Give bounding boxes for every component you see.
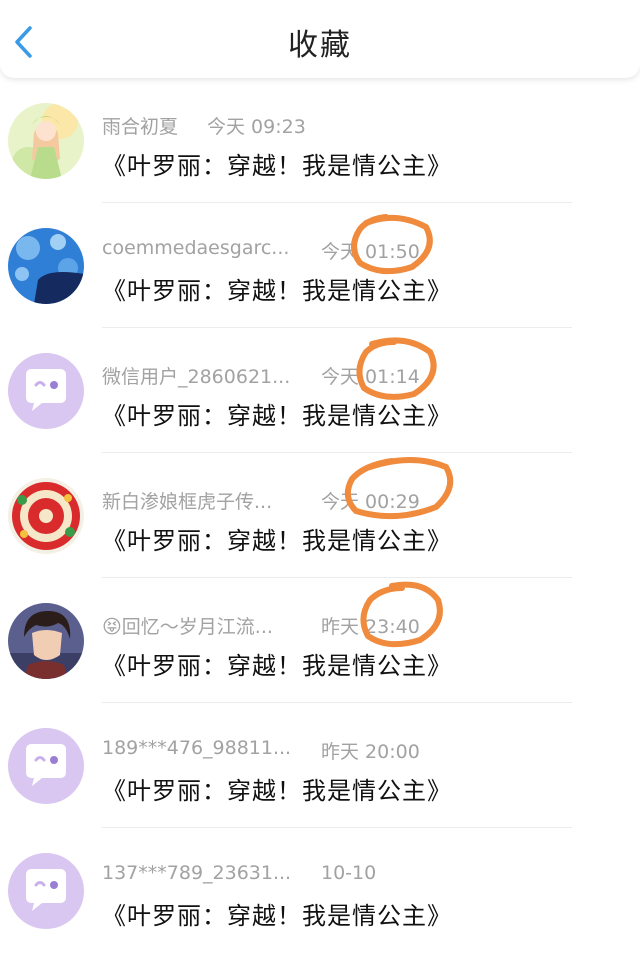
avatar[interactable]	[8, 228, 84, 304]
favorite-content: 《叶罗丽：穿越！我是情公主》	[102, 527, 452, 555]
list-item[interactable]: 新白渗娘框虎子传... 今天 00:29 《叶罗丽：穿越！我是情公主》	[0, 453, 640, 578]
favorite-content: 《叶罗丽：穿越！我是情公主》	[102, 277, 452, 305]
list-item[interactable]: 雨合初夏 今天 09:23 《叶罗丽：穿越！我是情公主》	[0, 78, 640, 203]
timestamp: 今天 01:50	[321, 241, 420, 263]
avatar[interactable]	[8, 353, 84, 429]
user-name: 189***476_98811...	[102, 737, 292, 759]
avatar[interactable]	[8, 853, 84, 929]
avatar[interactable]	[8, 478, 84, 554]
timestamp: 昨天 20:00	[321, 741, 420, 763]
timestamp: 今天 00:29	[321, 491, 420, 513]
avatar[interactable]	[8, 728, 84, 804]
timestamp: 今天 09:23	[207, 116, 306, 138]
timestamp: 10-10	[321, 862, 377, 884]
page-title: 收藏	[288, 28, 352, 63]
favorite-content: 《叶罗丽：穿越！我是情公主》	[102, 902, 452, 930]
avatar[interactable]	[8, 603, 84, 679]
list-item[interactable]: 😝回忆～岁月江流... 昨天 23:40 《叶罗丽：穿越！我是情公主》	[0, 578, 640, 703]
user-name: 😝回忆～岁月江流...	[102, 616, 273, 638]
favorites-list: 雨合初夏 今天 09:23 《叶罗丽：穿越！我是情公主》 coemmedaesg…	[0, 78, 640, 953]
favorite-content: 《叶罗丽：穿越！我是情公主》	[102, 402, 452, 430]
favorite-content: 《叶罗丽：穿越！我是情公主》	[102, 777, 452, 805]
favorite-content: 《叶罗丽：穿越！我是情公主》	[102, 152, 452, 180]
user-name: coemmedaesgarc...	[102, 237, 290, 259]
list-item[interactable]: 微信用户_2860621... 今天 01:14 《叶罗丽：穿越！我是情公主》	[0, 328, 640, 453]
list-item[interactable]: coemmedaesgarc... 今天 01:50 《叶罗丽：穿越！我是情公主…	[0, 203, 640, 328]
timestamp: 今天 01:14	[321, 366, 420, 388]
header-bar: 收藏	[0, 0, 640, 78]
list-item[interactable]: 137***789_23631... 10-10 《叶罗丽：穿越！我是情公主》	[0, 828, 640, 953]
list-item[interactable]: 189***476_98811... 昨天 20:00 《叶罗丽：穿越！我是情公…	[0, 703, 640, 828]
favorite-content: 《叶罗丽：穿越！我是情公主》	[102, 652, 452, 680]
user-name: 137***789_23631...	[102, 862, 292, 884]
user-name: 微信用户_2860621...	[102, 366, 291, 388]
timestamp: 昨天 23:40	[321, 616, 420, 638]
avatar[interactable]	[8, 103, 84, 179]
user-name: 新白渗娘框虎子传...	[102, 491, 273, 513]
